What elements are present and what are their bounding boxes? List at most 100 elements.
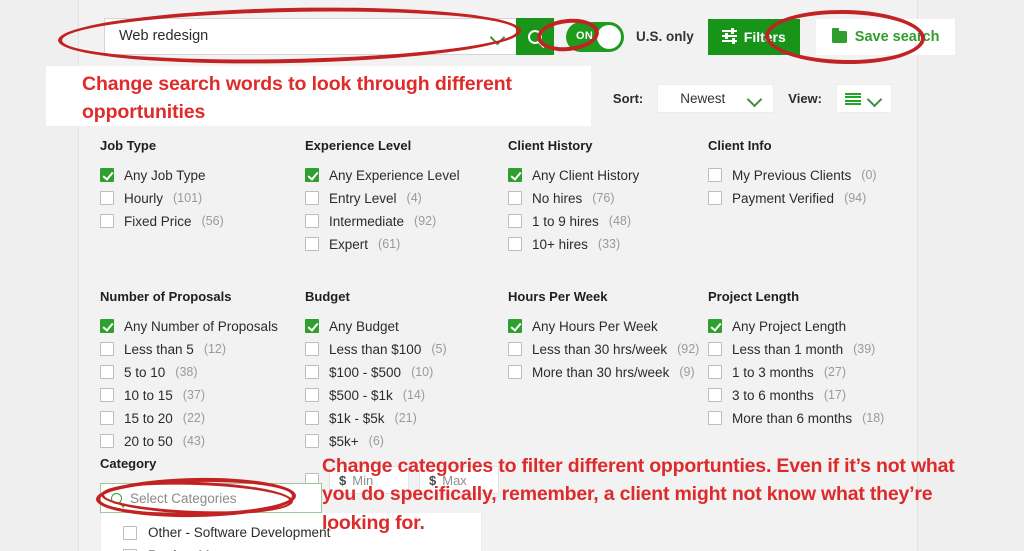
chevron-down-icon[interactable] (490, 29, 506, 45)
filter-option[interactable]: Payment Verified (94) (708, 188, 910, 208)
filter-option[interactable]: Entry Level (4) (305, 188, 508, 208)
checkbox-icon[interactable] (305, 237, 319, 251)
checkbox-icon[interactable] (100, 411, 114, 425)
filter-option[interactable]: Any Experience Level (305, 165, 508, 185)
filter-option-count: (56) (201, 214, 224, 228)
filter-option-label: 5 to 10 (124, 364, 166, 380)
category-placeholder: Select Categories (130, 490, 237, 506)
checkbox-icon[interactable] (123, 525, 137, 540)
view-select[interactable] (836, 84, 892, 113)
checkbox-icon[interactable] (305, 214, 319, 228)
checkbox-icon[interactable] (305, 411, 319, 425)
checkbox-icon[interactable] (100, 388, 114, 402)
filter-option[interactable]: Any Number of Proposals (100, 316, 305, 336)
filter-option[interactable]: Less than 30 hrs/week (92) (508, 339, 708, 359)
checkbox-icon[interactable] (508, 365, 522, 379)
filter-option[interactable]: 1 to 3 months (27) (708, 362, 910, 382)
filter-option[interactable]: $100 - $500 (10) (305, 362, 508, 382)
filter-option-label: Payment Verified (732, 190, 835, 206)
checkbox-checked-icon[interactable] (100, 168, 114, 182)
checkbox-checked-icon[interactable] (305, 168, 319, 182)
filter-option[interactable]: Less than 1 month (39) (708, 339, 910, 359)
checkbox-checked-icon[interactable] (508, 168, 522, 182)
search-input-value: Web redesign (119, 29, 209, 44)
category-list-item[interactable]: Product Management (101, 544, 481, 551)
category-search-input[interactable]: Select Categories (100, 483, 322, 513)
filters-button[interactable]: Filters (707, 18, 800, 55)
filter-option[interactable]: 20 to 50 (43) (100, 431, 305, 451)
filter-option-count: (6) (368, 434, 384, 448)
checkbox-icon[interactable] (305, 191, 319, 205)
checkbox-icon[interactable] (508, 214, 522, 228)
filter-option[interactable]: $5k+ (6) (305, 431, 508, 451)
filter-option[interactable]: More than 30 hrs/week (9) (508, 362, 708, 382)
filter-option-label: Fixed Price (124, 213, 192, 229)
filter-option[interactable]: Less than $100 (5) (305, 339, 508, 359)
filter-option-label: Intermediate (329, 213, 405, 229)
filter-option[interactable]: No hires (76) (508, 188, 708, 208)
checkbox-icon[interactable] (508, 237, 522, 251)
filter-option-count: (76) (592, 191, 615, 205)
filter-option-count: (27) (823, 365, 847, 379)
checkbox-checked-icon[interactable] (305, 319, 319, 333)
filter-option-label: More than 6 months (732, 410, 853, 426)
checkbox-checked-icon[interactable] (708, 319, 722, 333)
checkbox-icon[interactable] (508, 191, 522, 205)
filter-option-count: (92) (677, 342, 700, 356)
filter-group-title: Budget (305, 289, 350, 304)
filter-option-count: (10) (411, 365, 434, 379)
checkbox-icon[interactable] (708, 168, 722, 182)
checkbox-checked-icon[interactable] (508, 319, 522, 333)
checkbox-icon[interactable] (100, 214, 114, 228)
checkbox-icon[interactable] (305, 342, 319, 356)
checkbox-icon[interactable] (508, 342, 522, 356)
filter-option[interactable]: 10 to 15 (37) (100, 385, 305, 405)
filter-option[interactable]: $1k - $5k (21) (305, 408, 508, 428)
us-only-toggle[interactable]: ON (566, 21, 624, 52)
filter-option[interactable]: Hourly (101) (100, 188, 305, 208)
checkbox-icon[interactable] (100, 191, 114, 205)
save-search-button[interactable]: Save search (815, 18, 956, 55)
checkbox-icon[interactable] (100, 342, 114, 356)
filter-group-title: Experience Level (305, 138, 412, 153)
filter-option[interactable]: Expert (61) (305, 234, 508, 254)
sliders-icon (721, 28, 737, 44)
filter-option[interactable]: My Previous Clients (0) (708, 165, 910, 185)
filter-option[interactable]: Any Client History (508, 165, 708, 185)
filter-option[interactable]: Any Hours Per Week (508, 316, 708, 336)
filter-option[interactable]: Any Job Type (100, 165, 305, 185)
view-label: View: (788, 91, 822, 106)
checkbox-icon[interactable] (708, 388, 722, 402)
checkbox-icon[interactable] (100, 365, 114, 379)
filter-option[interactable]: 5 to 10 (38) (100, 362, 305, 382)
filter-option-label: 10+ hires (532, 236, 588, 252)
filter-option[interactable]: More than 6 months (18) (708, 408, 910, 428)
filter-option[interactable]: 3 to 6 months (17) (708, 385, 910, 405)
checkbox-icon[interactable] (305, 388, 319, 402)
checkbox-icon[interactable] (305, 365, 319, 379)
filter-option[interactable]: 10+ hires (33) (508, 234, 708, 254)
filter-option-count: (37) (182, 388, 206, 402)
filter-option-count: (61) (378, 237, 401, 251)
search-submit-button[interactable] (516, 18, 554, 55)
filter-option[interactable]: Any Budget (305, 316, 508, 336)
checkbox-checked-icon[interactable] (100, 319, 114, 333)
checkbox-icon[interactable] (305, 434, 319, 448)
sort-select[interactable]: Newest (657, 84, 775, 113)
checkbox-icon[interactable] (100, 434, 114, 448)
filter-option[interactable]: Fixed Price (56) (100, 211, 305, 231)
checkbox-icon[interactable] (708, 365, 722, 379)
checkbox-icon[interactable] (708, 411, 722, 425)
filter-option[interactable]: $500 - $1k (14) (305, 385, 508, 405)
filter-option[interactable]: 1 to 9 hires (48) (508, 211, 708, 231)
filter-option-count: (38) (175, 365, 198, 379)
filter-option[interactable]: 15 to 20 (22) (100, 408, 305, 428)
filter-option-label: 1 to 9 hires (532, 213, 599, 229)
checkbox-icon[interactable] (708, 342, 722, 356)
filter-option[interactable]: Intermediate (92) (305, 211, 508, 231)
checkbox-icon[interactable] (708, 191, 722, 205)
filter-option[interactable]: Less than 5 (12) (100, 339, 305, 359)
filter-option[interactable]: Any Project Length (708, 316, 910, 336)
search-input[interactable]: Web redesign (104, 18, 516, 55)
chevron-down-icon (867, 91, 883, 107)
